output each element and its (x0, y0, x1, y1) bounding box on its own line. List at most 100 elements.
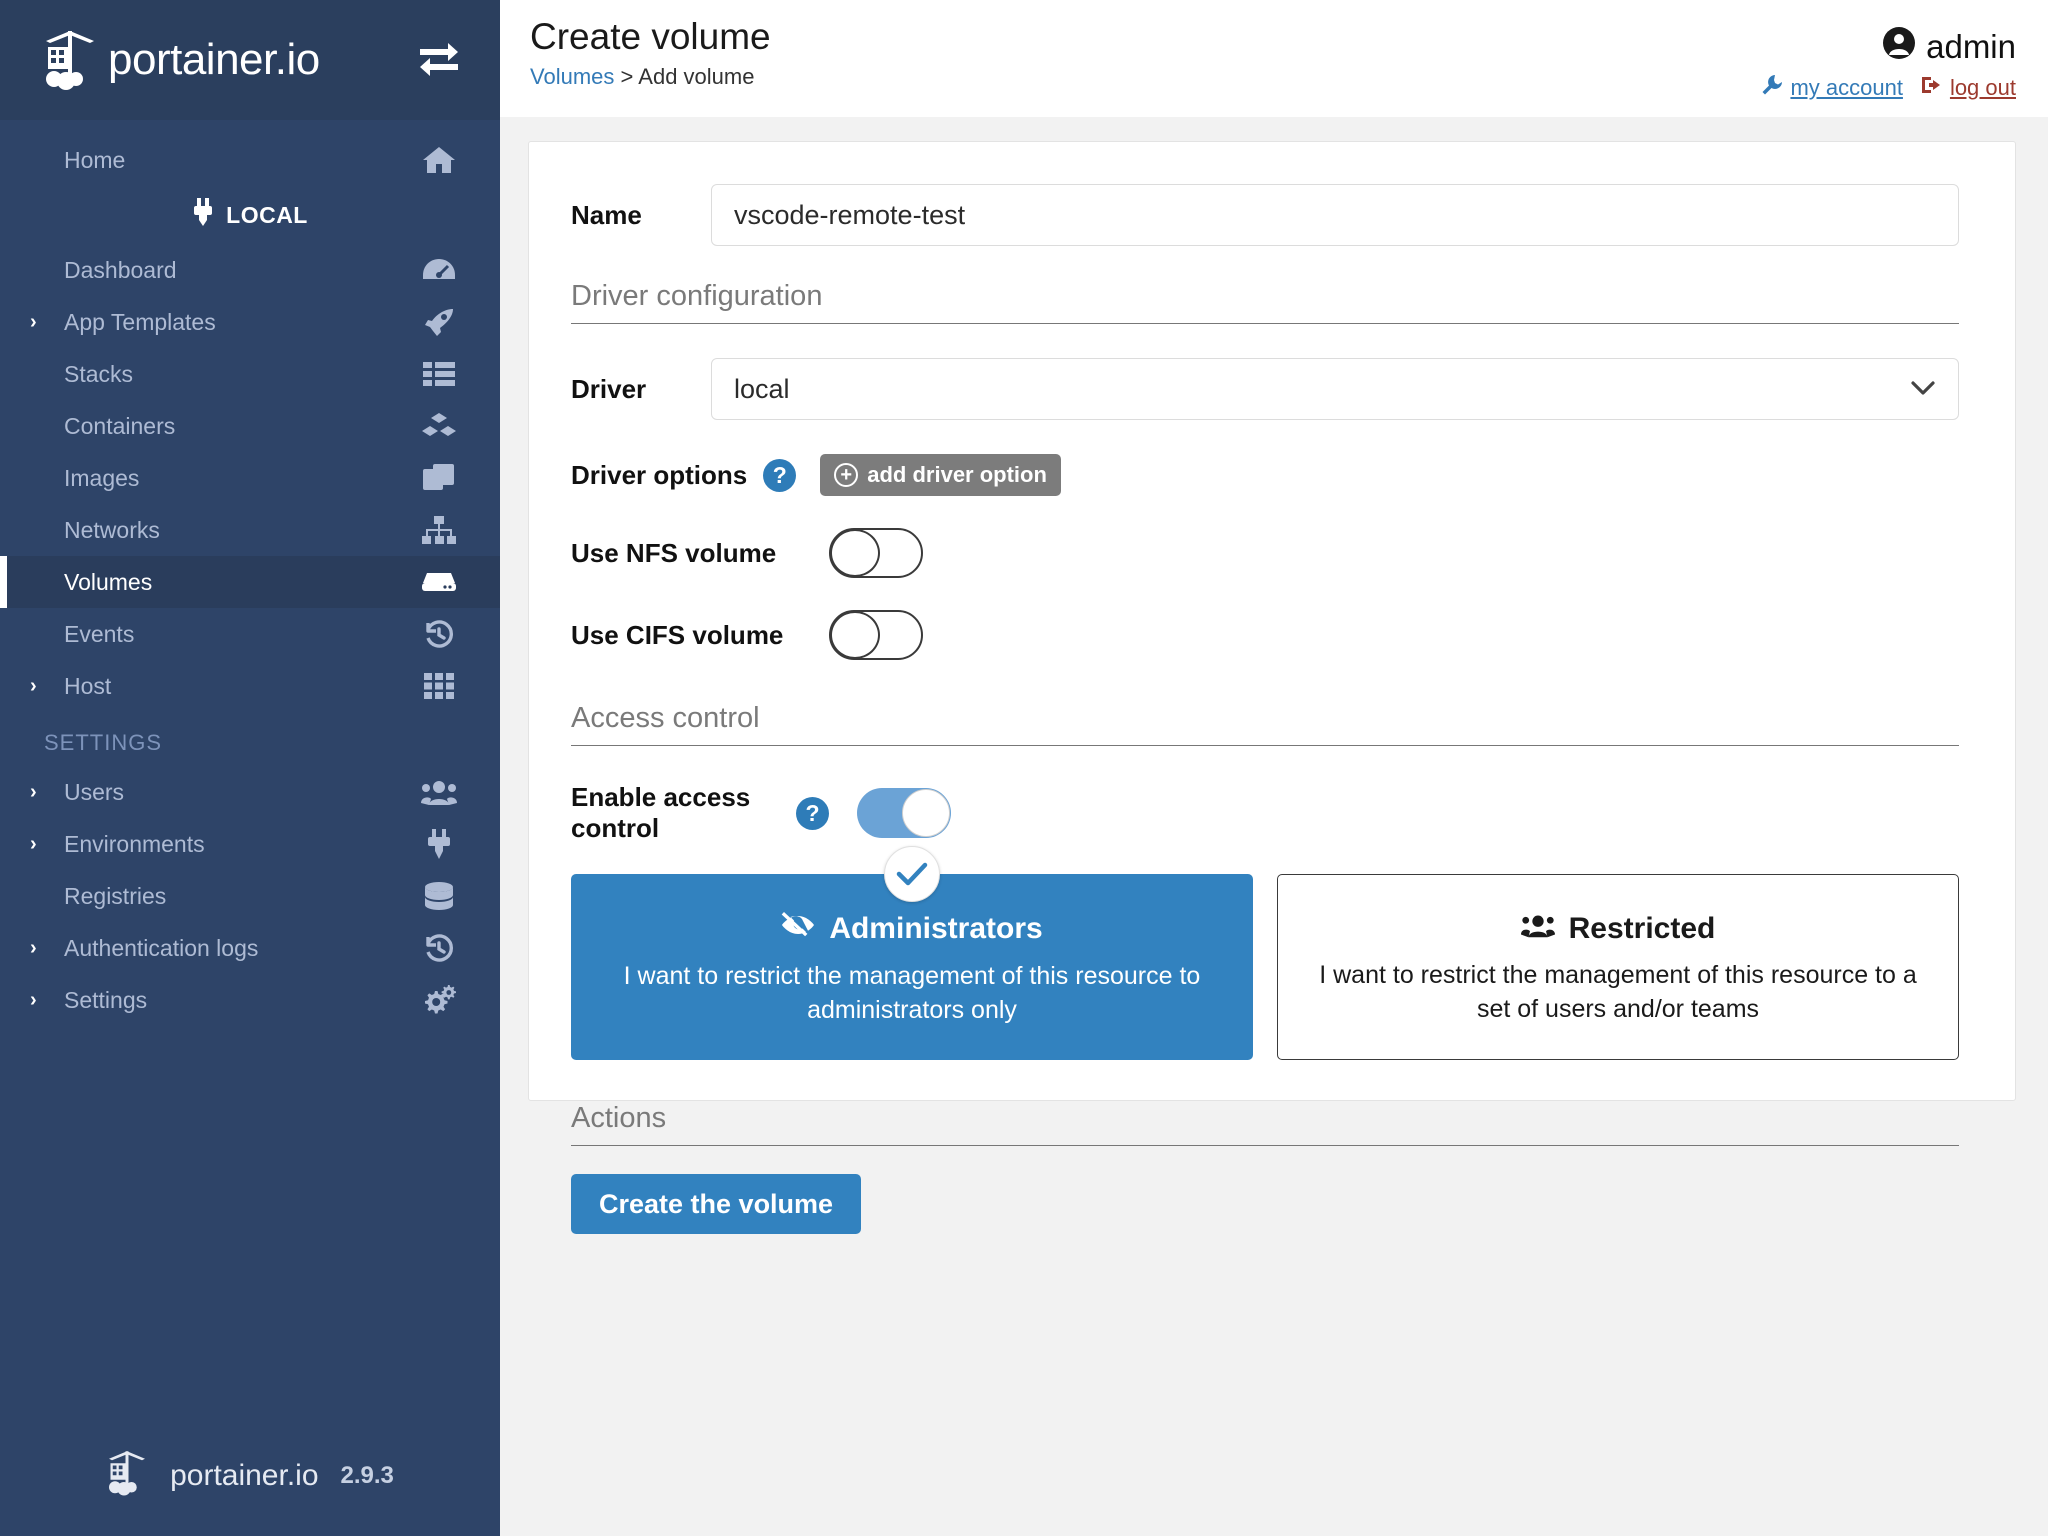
choice-description: I want to restrict the management of thi… (1319, 960, 1917, 1023)
sidebar-settings-header: SETTINGS (44, 730, 163, 755)
sidebar-item-label: Authentication logs (64, 934, 259, 961)
sidebar-item-networks[interactable]: Networks (0, 504, 500, 556)
wrench-icon (1761, 74, 1783, 102)
log-out-link[interactable]: log out (1921, 74, 2016, 102)
driver-row: Driver local (571, 358, 1959, 420)
nfs-toggle[interactable] (829, 528, 923, 578)
sidebar-item-app-templates[interactable]: › App Templates (0, 296, 500, 348)
driver-options-row: Driver options ? + add driver option (571, 454, 1959, 496)
containers-icon (416, 412, 462, 440)
sidebar-nav: Home LOCAL Dashboard › App Templates Sta… (0, 120, 500, 1449)
sidebar-item-label: Settings (64, 986, 148, 1013)
choice-administrators[interactable]: Administrators I want to restrict the ma… (571, 846, 1253, 1060)
exchange-arrows-icon[interactable] (416, 38, 462, 83)
choice-title: Restricted (1568, 911, 1716, 945)
sidebar-item-label: Events (64, 620, 135, 647)
driver-select[interactable]: local (711, 358, 1959, 420)
sidebar-item-authentication-logs[interactable]: › Authentication logs (0, 922, 500, 974)
sidebar-item-home[interactable]: Home (0, 134, 500, 186)
sidebar-item-label: Volumes (64, 568, 153, 595)
choice-restricted[interactable]: Restricted I want to restrict the manage… (1277, 874, 1959, 1060)
sidebar-item-registries[interactable]: Registries (0, 870, 500, 922)
log-out-label: log out (1949, 75, 2016, 100)
sidebar-item-host[interactable]: › Host (0, 660, 500, 712)
gears-icon (416, 985, 462, 1015)
sidebar-item-volumes[interactable]: Volumes (0, 556, 500, 608)
portainer-logo-icon (42, 29, 98, 91)
name-label: Name (571, 199, 642, 230)
sidebar-item-stacks[interactable]: Stacks (0, 348, 500, 400)
access-control-choices: Administrators I want to restrict the ma… (571, 846, 1959, 1060)
grid-icon (416, 673, 462, 699)
user-name-row: admin (1761, 26, 2016, 68)
page-heading: Create volume Volumes > Add volume (530, 16, 771, 90)
actions-section-title: Actions (571, 1102, 1959, 1146)
plug-icon (192, 198, 214, 232)
user-circle-icon (1882, 26, 1916, 68)
sidebar-local-label: LOCAL (226, 201, 308, 228)
chevron-right-icon[interactable]: › (30, 989, 64, 1012)
create-volume-button[interactable]: Create the volume (571, 1174, 862, 1234)
volume-icon (416, 571, 462, 593)
sidebar-brand: portainer.io (0, 0, 500, 120)
list-icon (416, 361, 462, 387)
enable-access-control-row: Enable access control ? (571, 782, 1959, 844)
sidebar-item-label: App Templates (64, 308, 216, 335)
users-group-icon (1520, 912, 1555, 946)
add-driver-option-label: add driver option (867, 462, 1047, 487)
sidebar-item-dashboard[interactable]: Dashboard (0, 244, 500, 296)
images-icon (416, 463, 462, 493)
breadcrumb-link-volumes[interactable]: Volumes (530, 64, 614, 89)
sidebar-item-images[interactable]: Images (0, 452, 500, 504)
toggle-knob (830, 611, 880, 659)
chevron-right-icon[interactable]: › (30, 311, 64, 334)
sidebar-item-label: Stacks (64, 360, 134, 387)
sidebar-item-settings[interactable]: › Settings (0, 974, 500, 1026)
sign-out-icon (1921, 74, 1943, 102)
create-volume-form-card: Name vscode-remote-test Driver configura… (528, 141, 2016, 1234)
choice-description: I want to restrict the management of thi… (623, 961, 1201, 1024)
app-root: portainer.io Home LOCAL Dashboard › App … (0, 0, 2048, 1536)
sidebar-item-environments[interactable]: › Environments (0, 818, 500, 870)
cifs-toggle[interactable] (829, 610, 923, 660)
my-account-link[interactable]: my account (1761, 74, 1903, 102)
gauge-icon (416, 256, 462, 284)
name-input[interactable]: vscode-remote-test (711, 184, 1959, 246)
user-name: admin (1926, 28, 2016, 65)
sidebar-item-containers[interactable]: Containers (0, 400, 500, 452)
enable-access-control-toggle[interactable] (857, 788, 951, 838)
sidebar-item-events[interactable]: Events (0, 608, 500, 660)
chevron-right-icon[interactable]: › (30, 937, 64, 960)
help-icon[interactable]: ? (763, 458, 797, 492)
sidebar-item-label: Dashboard (64, 256, 177, 283)
user-box: admin my account log out (1761, 16, 2016, 102)
sidebar-item-label: Registries (64, 882, 167, 909)
brand-name: portainer.io (108, 35, 320, 84)
driver-control: local (711, 358, 1959, 420)
breadcrumb-current: Add volume (638, 63, 755, 89)
toggle-knob (902, 789, 950, 837)
chevron-down-icon (1910, 375, 1936, 403)
chevron-right-icon[interactable]: › (30, 833, 64, 856)
access-control-section-title: Access control (571, 702, 1959, 746)
add-driver-option-button[interactable]: + add driver option (820, 454, 1061, 496)
chevron-right-icon[interactable]: › (30, 675, 64, 698)
topbar: Create volume Volumes > Add volume admin (500, 0, 2048, 117)
sidebar-item-label: Environments (64, 830, 205, 857)
help-icon[interactable]: ? (796, 796, 829, 830)
cifs-label: Use CIFS volume (571, 619, 784, 650)
chevron-right-icon[interactable]: › (30, 781, 64, 804)
breadcrumb-separator: > (620, 63, 634, 89)
plus-icon: + (834, 463, 859, 487)
driver-options-label-group: Driver options ? (571, 458, 797, 492)
name-control: vscode-remote-test (711, 184, 1959, 246)
sidebar-item-users[interactable]: › Users (0, 766, 500, 818)
sidebar-local-header: LOCAL (0, 186, 500, 244)
toggle-knob (830, 529, 880, 577)
breadcrumb: Volumes > Add volume (530, 64, 771, 90)
nfs-row: Use NFS volume (571, 528, 1959, 578)
cifs-row: Use CIFS volume (571, 610, 1959, 660)
sidebar-item-label: Images (64, 464, 140, 491)
history-icon (416, 619, 462, 649)
sidebar: portainer.io Home LOCAL Dashboard › App … (0, 0, 500, 1536)
